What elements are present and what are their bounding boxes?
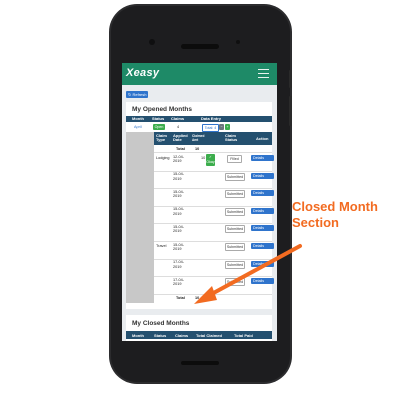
callout-line-2: Section xyxy=(292,215,339,230)
callout-line-1: Closed Month xyxy=(292,199,378,214)
closed-month-callout: Closed Month Section xyxy=(292,199,378,231)
